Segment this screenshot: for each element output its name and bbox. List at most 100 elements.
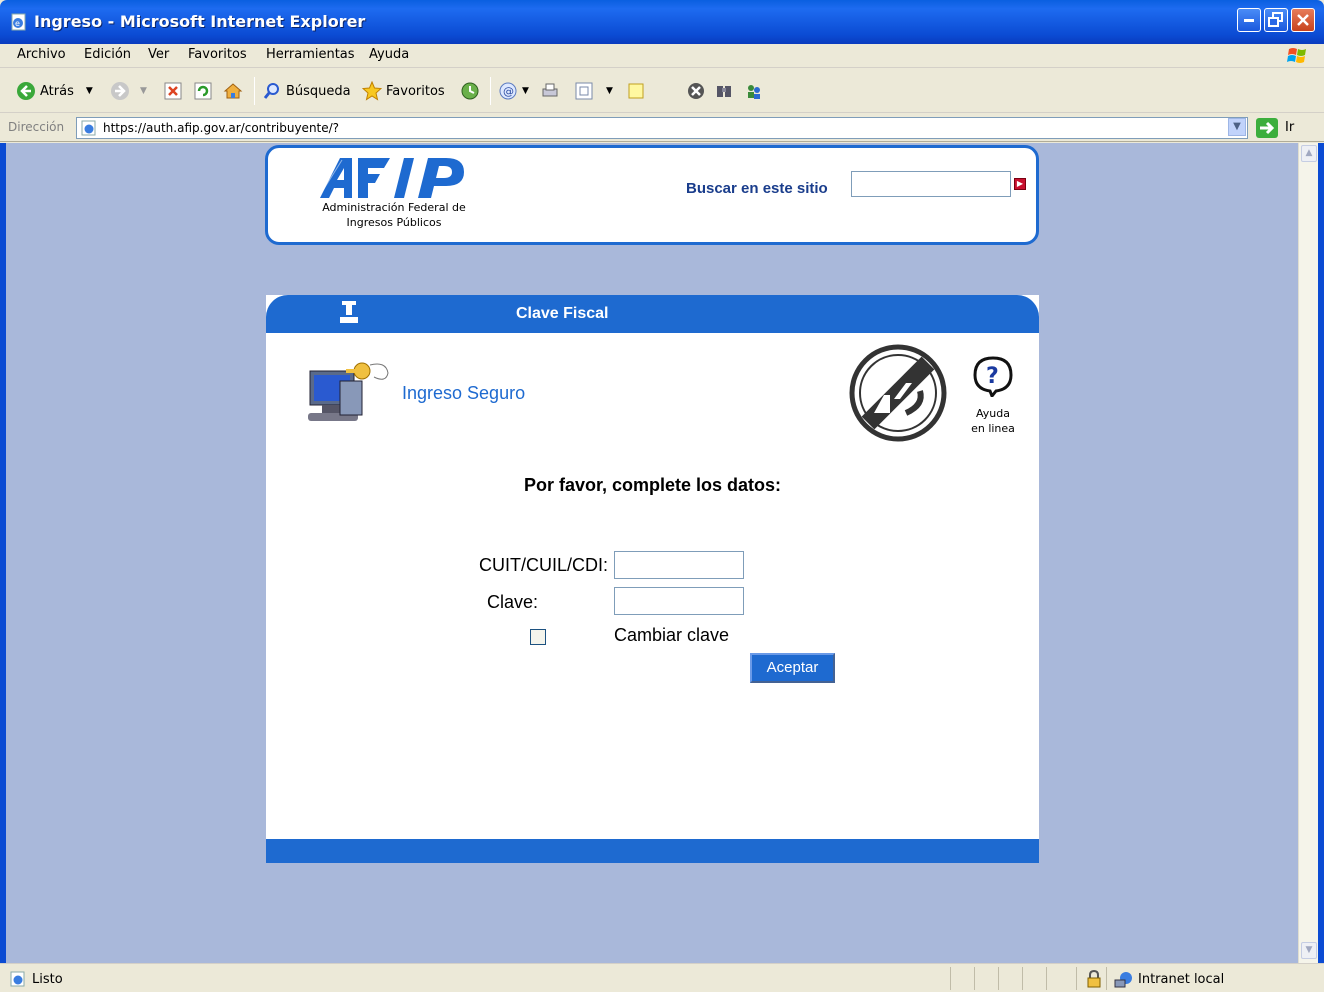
panel-footer bbox=[266, 839, 1039, 863]
windows-logo-icon bbox=[1287, 48, 1306, 63]
menu-ver[interactable]: Ver bbox=[148, 47, 169, 62]
help-icon[interactable]: ? bbox=[972, 355, 1014, 397]
afip-logo bbox=[320, 158, 464, 198]
address-bar: Dirección https://auth.afip.gov.ar/contr… bbox=[0, 114, 1324, 142]
status-bar: Listo Intranet local bbox=[0, 963, 1324, 992]
stop-icon bbox=[164, 82, 182, 100]
research-button[interactable] bbox=[714, 79, 738, 103]
change-password-checkbox[interactable] bbox=[530, 629, 546, 645]
search-label: Búsqueda bbox=[286, 83, 351, 99]
address-url: https://auth.afip.gov.ar/contribuyente/? bbox=[103, 121, 340, 135]
print-icon bbox=[542, 83, 558, 97]
search-button[interactable]: Búsqueda bbox=[262, 79, 351, 103]
ie-page-icon bbox=[10, 971, 25, 987]
discuss-button[interactable] bbox=[626, 79, 650, 103]
window-frame-right bbox=[1318, 143, 1324, 963]
chevron-down-icon[interactable]: ▼ bbox=[606, 86, 613, 96]
restore-button[interactable] bbox=[1264, 8, 1288, 32]
status-panel bbox=[998, 967, 1022, 990]
security-zone-label: Intranet local bbox=[1138, 972, 1225, 987]
history-icon bbox=[461, 82, 479, 100]
toolbar: Atrás ▼ ▼ Búsqueda Favoritos @ ▼ ▼ bbox=[0, 69, 1324, 113]
submit-button[interactable]: Aceptar bbox=[750, 653, 835, 683]
home-icon bbox=[223, 83, 243, 99]
cuit-input[interactable] bbox=[614, 551, 744, 579]
favorites-button[interactable]: Favoritos bbox=[362, 79, 445, 103]
forward-button[interactable]: ▼ bbox=[110, 79, 147, 103]
ie-page-icon bbox=[81, 120, 96, 136]
address-dropdown-button[interactable]: ▼ bbox=[1228, 118, 1246, 136]
back-button[interactable]: Atrás ▼ bbox=[16, 79, 93, 103]
close-button[interactable] bbox=[1291, 8, 1315, 32]
star-icon bbox=[362, 81, 382, 101]
mail-icon: @ bbox=[499, 82, 517, 100]
minimize-button[interactable] bbox=[1237, 8, 1261, 32]
status-panel bbox=[1022, 967, 1046, 990]
online-help-line2: en linea bbox=[971, 422, 1015, 435]
site-search-input[interactable] bbox=[851, 171, 1011, 197]
toolbar-separator bbox=[490, 77, 491, 105]
intranet-zone-icon bbox=[1114, 972, 1132, 988]
minimize-icon bbox=[1244, 19, 1254, 22]
page-viewport: Administración Federal de Ingresos Públi… bbox=[6, 143, 1298, 963]
status-panel bbox=[1046, 967, 1076, 990]
svg-text:e: e bbox=[15, 19, 20, 28]
ie-page-icon: e bbox=[11, 13, 26, 31]
favorites-label: Favoritos bbox=[386, 83, 445, 99]
title-bar: e Ingreso - Microsoft Internet Explorer bbox=[0, 0, 1324, 44]
go-button[interactable] bbox=[1256, 118, 1278, 138]
mail-button[interactable]: @ ▼ bbox=[498, 79, 529, 103]
refresh-button[interactable] bbox=[193, 79, 217, 103]
cuit-label: CUIT/CUIL/CDI: bbox=[478, 555, 608, 575]
menu-bar: Archivo Edición Ver Favoritos Herramient… bbox=[0, 44, 1324, 68]
users-icon bbox=[748, 85, 760, 99]
back-label: Atrás bbox=[40, 83, 74, 99]
window-title: Ingreso - Microsoft Internet Explorer bbox=[34, 12, 366, 31]
go-arrow-icon bbox=[1260, 121, 1275, 135]
menu-ayuda[interactable]: Ayuda bbox=[369, 47, 409, 62]
go-label[interactable]: Ir bbox=[1285, 120, 1294, 135]
menu-edicion[interactable]: Edición bbox=[84, 47, 131, 62]
messenger-button[interactable] bbox=[686, 79, 710, 103]
scroll-down-button[interactable]: ▼ bbox=[1301, 942, 1317, 959]
print-button[interactable] bbox=[540, 79, 564, 103]
change-password-label[interactable]: Cambiar clave bbox=[614, 625, 729, 646]
vertical-scrollbar[interactable]: ▲ ▼ bbox=[1298, 143, 1318, 963]
org-name-line2: Ingresos Públicos bbox=[346, 216, 442, 229]
chevron-down-icon: ▼ bbox=[1305, 945, 1313, 955]
form-prompt: Por favor, complete los datos: bbox=[523, 475, 782, 495]
login-panel: Clave Fiscal Ingreso Seguro ? Ayuda en l… bbox=[266, 295, 1039, 863]
status-text: Listo bbox=[32, 972, 63, 987]
scroll-up-button[interactable]: ▲ bbox=[1301, 145, 1317, 162]
edit-page-icon bbox=[575, 82, 593, 100]
status-panel bbox=[974, 967, 998, 990]
address-input[interactable]: https://auth.afip.gov.ar/contribuyente/? bbox=[76, 117, 1248, 139]
note-icon bbox=[628, 83, 644, 99]
forward-arrow-icon bbox=[111, 82, 129, 100]
menu-archivo[interactable]: Archivo bbox=[17, 47, 66, 62]
home-button[interactable] bbox=[223, 79, 247, 103]
secure-login-label: Ingreso Seguro bbox=[402, 383, 526, 403]
edit-button[interactable]: ▼ bbox=[574, 79, 613, 103]
refresh-icon bbox=[194, 82, 212, 100]
chevron-up-icon: ▲ bbox=[1305, 148, 1313, 158]
chevron-down-icon[interactable]: ▼ bbox=[522, 86, 529, 96]
online-help-line1: Ayuda bbox=[976, 407, 1010, 420]
lock-icon[interactable] bbox=[1086, 970, 1102, 988]
chevron-down-icon[interactable]: ▼ bbox=[86, 86, 93, 96]
site-search-label: Buscar en este sitio bbox=[686, 180, 828, 197]
users-button[interactable] bbox=[744, 79, 768, 103]
close-icon bbox=[1297, 14, 1309, 26]
chevron-down-icon[interactable]: ▼ bbox=[140, 86, 147, 96]
password-label: Clave: bbox=[486, 592, 538, 612]
history-button[interactable] bbox=[460, 79, 484, 103]
menu-herramientas[interactable]: Herramientas bbox=[266, 47, 355, 62]
search-icon bbox=[263, 83, 279, 99]
menu-favoritos[interactable]: Favoritos bbox=[188, 47, 247, 62]
online-help-link[interactable]: Ayuda en linea bbox=[960, 406, 1026, 436]
password-input[interactable] bbox=[614, 587, 744, 615]
binoculars-icon bbox=[717, 86, 731, 97]
address-label: Dirección bbox=[8, 120, 65, 134]
site-search-button[interactable]: ▶ bbox=[1014, 178, 1026, 190]
stop-button[interactable] bbox=[163, 79, 187, 103]
